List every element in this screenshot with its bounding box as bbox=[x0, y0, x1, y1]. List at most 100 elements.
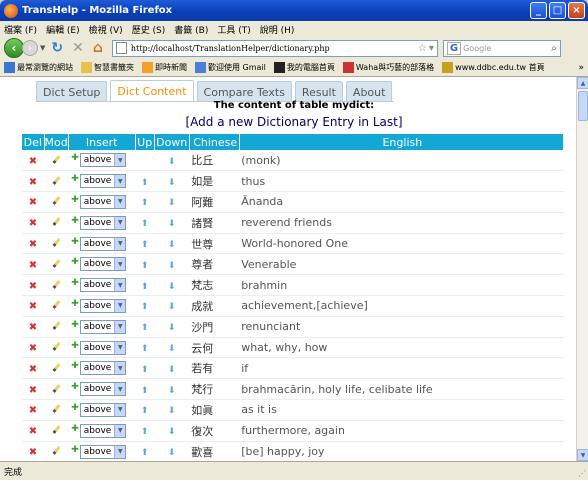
insert-plus-icon[interactable]: ✚ bbox=[71, 424, 79, 434]
insert-position-select[interactable]: above ▼ bbox=[79, 236, 127, 251]
bookmark-item[interactable]: 歡迎使用 Gmail bbox=[195, 62, 266, 73]
move-up-icon[interactable]: ⬆ bbox=[141, 219, 149, 229]
chevron-down-icon[interactable]: ▼ bbox=[114, 216, 126, 229]
move-down-icon[interactable]: ⬇ bbox=[168, 198, 176, 208]
insert-position-select[interactable]: above ▼ bbox=[79, 257, 127, 272]
edit-pencil-icon[interactable] bbox=[52, 383, 61, 393]
insert-plus-icon[interactable]: ✚ bbox=[71, 257, 79, 267]
move-up-icon[interactable]: ⬆ bbox=[141, 282, 149, 292]
move-down-icon[interactable]: ⬇ bbox=[168, 365, 176, 375]
insert-position-select[interactable]: above ▼ bbox=[79, 361, 127, 376]
insert-position-select[interactable]: above ▼ bbox=[79, 340, 127, 355]
tab-compare-texts[interactable]: Compare Texts bbox=[196, 81, 292, 102]
move-up-icon[interactable]: ⬆ bbox=[141, 386, 149, 396]
delete-icon[interactable]: ✖ bbox=[29, 218, 37, 229]
move-up-icon[interactable]: ⬆ bbox=[141, 178, 149, 188]
bookmark-star-icon[interactable]: ☆ bbox=[418, 43, 427, 54]
chevron-down-icon[interactable]: ▼ bbox=[114, 424, 126, 437]
delete-icon[interactable]: ✖ bbox=[29, 177, 37, 188]
back-button[interactable]: ‹ bbox=[4, 38, 24, 58]
bookmark-item[interactable]: 我的電腦首頁 bbox=[273, 62, 335, 73]
tab-dict-setup[interactable]: Dict Setup bbox=[36, 81, 108, 102]
move-up-icon[interactable]: ⬆ bbox=[141, 261, 149, 271]
bookmark-item[interactable]: 即時新聞 bbox=[142, 62, 187, 73]
insert-position-select[interactable]: above ▼ bbox=[79, 402, 127, 417]
resize-grip-icon[interactable]: ⋰ bbox=[578, 469, 586, 478]
menu-view[interactable]: 檢視 (V) bbox=[89, 23, 123, 36]
url-text[interactable]: http://localhost/TranslationHelper/dicti… bbox=[131, 44, 416, 53]
edit-pencil-icon[interactable] bbox=[52, 196, 61, 206]
move-down-icon[interactable]: ⬇ bbox=[168, 219, 176, 229]
move-up-icon[interactable]: ⬆ bbox=[141, 427, 149, 437]
chevron-down-icon[interactable]: ▼ bbox=[114, 445, 126, 458]
delete-icon[interactable]: ✖ bbox=[29, 239, 37, 250]
move-down-icon[interactable]: ⬇ bbox=[168, 427, 176, 437]
move-up-icon[interactable]: ⬆ bbox=[141, 240, 149, 250]
insert-plus-icon[interactable]: ✚ bbox=[71, 382, 79, 392]
menu-help[interactable]: 說明 (H) bbox=[260, 23, 295, 36]
insert-plus-icon[interactable]: ✚ bbox=[71, 320, 79, 330]
url-dropdown-icon[interactable]: ▾ bbox=[429, 43, 434, 54]
insert-plus-icon[interactable]: ✚ bbox=[71, 361, 79, 371]
chevron-down-icon[interactable]: ▼ bbox=[114, 341, 126, 354]
chevron-down-icon[interactable]: ▼ bbox=[114, 175, 126, 188]
edit-pencil-icon[interactable] bbox=[52, 404, 61, 414]
bookmark-item[interactable]: 最常瀏覽的網站 bbox=[4, 62, 73, 73]
edit-pencil-icon[interactable] bbox=[52, 258, 61, 268]
insert-plus-icon[interactable]: ✚ bbox=[71, 299, 79, 309]
history-dropdown-icon[interactable]: ▼ bbox=[40, 44, 45, 52]
move-up-icon[interactable]: ⬆ bbox=[141, 198, 149, 208]
delete-icon[interactable]: ✖ bbox=[29, 281, 37, 292]
edit-pencil-icon[interactable] bbox=[52, 238, 61, 247]
insert-position-select[interactable]: above ▼ bbox=[79, 194, 127, 209]
search-icon[interactable]: ⌕ bbox=[551, 43, 557, 54]
insert-plus-icon[interactable]: ✚ bbox=[71, 403, 79, 413]
insert-plus-icon[interactable]: ✚ bbox=[71, 278, 79, 288]
move-up-icon[interactable]: ⬆ bbox=[141, 344, 149, 354]
move-down-icon[interactable]: ⬇ bbox=[168, 448, 176, 458]
delete-icon[interactable]: ✖ bbox=[29, 364, 37, 375]
insert-position-select[interactable]: above ▼ bbox=[79, 215, 127, 230]
move-down-icon[interactable]: ⬇ bbox=[168, 386, 176, 396]
chevron-down-icon[interactable]: ▼ bbox=[114, 237, 126, 250]
edit-pencil-icon[interactable] bbox=[52, 446, 61, 455]
move-down-icon[interactable]: ⬇ bbox=[168, 323, 176, 333]
insert-plus-icon[interactable]: ✚ bbox=[71, 341, 79, 351]
delete-icon[interactable]: ✖ bbox=[29, 447, 37, 458]
search-engine-icon[interactable]: G bbox=[446, 41, 462, 55]
delete-icon[interactable]: ✖ bbox=[29, 260, 37, 271]
insert-plus-icon[interactable]: ✚ bbox=[71, 195, 79, 205]
delete-icon[interactable]: ✖ bbox=[29, 385, 37, 396]
delete-icon[interactable]: ✖ bbox=[29, 343, 37, 354]
chevron-down-icon[interactable]: ▼ bbox=[114, 362, 126, 375]
move-up-icon[interactable]: ⬆ bbox=[141, 323, 149, 333]
delete-icon[interactable]: ✖ bbox=[29, 156, 37, 167]
delete-icon[interactable]: ✖ bbox=[29, 322, 37, 333]
menu-edit[interactable]: 編輯 (E) bbox=[46, 23, 80, 36]
reload-icon[interactable]: ↻ bbox=[51, 40, 63, 56]
insert-plus-icon[interactable]: ✚ bbox=[71, 174, 79, 184]
delete-icon[interactable]: ✖ bbox=[29, 197, 37, 208]
move-down-icon[interactable]: ⬇ bbox=[168, 157, 176, 167]
chevron-down-icon[interactable]: ▼ bbox=[114, 279, 126, 292]
edit-pencil-icon[interactable] bbox=[52, 217, 61, 227]
insert-plus-icon[interactable]: ✚ bbox=[71, 153, 79, 163]
move-down-icon[interactable]: ⬇ bbox=[168, 282, 176, 292]
tab-dict-content[interactable]: Dict Content bbox=[110, 80, 194, 102]
insert-position-select[interactable]: above ▼ bbox=[79, 298, 127, 313]
vertical-scrollbar[interactable]: ▲ ▼ bbox=[576, 77, 588, 461]
chevron-down-icon[interactable]: ▼ bbox=[114, 299, 126, 312]
edit-pencil-icon[interactable] bbox=[52, 321, 61, 331]
menu-tools[interactable]: 工具 (T) bbox=[217, 23, 250, 36]
edit-pencil-icon[interactable] bbox=[52, 342, 61, 351]
tab-result[interactable]: Result bbox=[294, 81, 343, 102]
insert-position-select[interactable]: above ▼ bbox=[79, 423, 127, 438]
move-down-icon[interactable]: ⬇ bbox=[168, 178, 176, 188]
edit-pencil-icon[interactable] bbox=[52, 300, 61, 310]
home-icon[interactable]: ⌂ bbox=[93, 40, 103, 56]
chevron-down-icon[interactable]: ▼ bbox=[114, 154, 126, 167]
move-up-icon[interactable]: ⬆ bbox=[141, 302, 149, 312]
delete-icon[interactable]: ✖ bbox=[29, 301, 37, 312]
insert-plus-icon[interactable]: ✚ bbox=[71, 237, 79, 247]
bookmark-item[interactable]: Waha與巧藝的部落格 bbox=[342, 62, 434, 73]
